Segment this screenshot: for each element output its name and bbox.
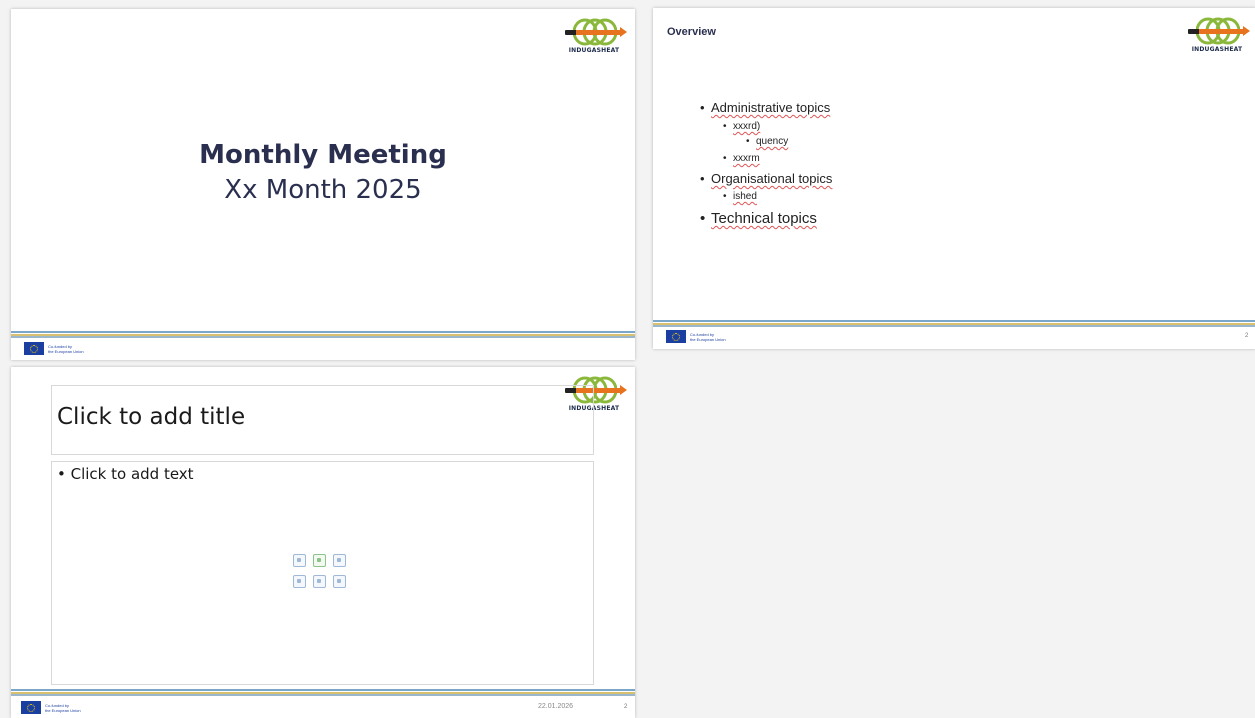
online-picture-icon[interactable] xyxy=(313,575,326,588)
indugasheat-logo: INDUGASHEAT xyxy=(1188,17,1250,55)
eu-text-line2: the European Union xyxy=(690,336,726,342)
eu-flag-icon xyxy=(666,330,686,343)
logo-text: INDUGASHEAT xyxy=(1191,46,1243,53)
list-item: Technical topics xyxy=(700,210,817,227)
page-number: 2 xyxy=(624,704,628,710)
eu-cofunded-logo: Co-funded by the European Union xyxy=(666,330,726,343)
slide-title: Monthly Meeting xyxy=(199,140,447,170)
eu-cofunded-logo: Co-funded by the European Union xyxy=(24,342,84,355)
eu-text-line2: the European Union xyxy=(48,348,84,354)
slide-title: Overview xyxy=(667,26,716,38)
list-item: quency xyxy=(746,136,788,147)
eu-flag-icon xyxy=(21,701,41,714)
footer-stripes xyxy=(653,320,1255,327)
slide-thumbnail-3[interactable]: INDUGASHEAT Click to add title • Click t… xyxy=(11,367,635,718)
eu-text-line2: the European Union xyxy=(45,707,81,713)
title-placeholder-text: Click to add title xyxy=(57,404,246,430)
page-number: 2 xyxy=(1245,333,1249,339)
indugasheat-logo: INDUGASHEAT xyxy=(565,18,627,56)
slide-thumbnail-1[interactable]: INDUGASHEAT Monthly Meeting Xx Month 202… xyxy=(11,9,635,360)
table-icon[interactable] xyxy=(293,554,306,567)
content-placeholder-text: • Click to add text xyxy=(57,465,194,483)
eu-cofunded-logo: Co-funded by the European Union xyxy=(21,701,81,714)
list-item: ished xyxy=(723,191,757,202)
logo-text: INDUGASHEAT xyxy=(568,47,620,54)
content-placeholder[interactable]: • Click to add text xyxy=(51,461,594,685)
slide-subtitle: Xx Month 2025 xyxy=(224,175,422,205)
title-placeholder[interactable]: Click to add title xyxy=(51,385,594,455)
footer-date: 22.01.2026 xyxy=(538,703,574,710)
eu-flag-icon xyxy=(24,342,44,355)
chart-icon[interactable] xyxy=(313,554,326,567)
insert-content-icons xyxy=(293,554,353,588)
slide-thumbnail-2[interactable]: Overview INDUGASHEAT Administrative topi… xyxy=(653,8,1255,349)
footer-stripes xyxy=(11,689,635,696)
list-item: Organisational topics xyxy=(700,171,832,186)
list-item: Administrative topics xyxy=(700,100,830,115)
footer-stripes xyxy=(11,331,635,338)
list-item: xxxrm xyxy=(723,153,760,164)
video-icon[interactable] xyxy=(333,575,346,588)
list-item: xxxrd) xyxy=(723,121,760,132)
smartart-icon[interactable] xyxy=(333,554,346,567)
picture-icon[interactable] xyxy=(293,575,306,588)
